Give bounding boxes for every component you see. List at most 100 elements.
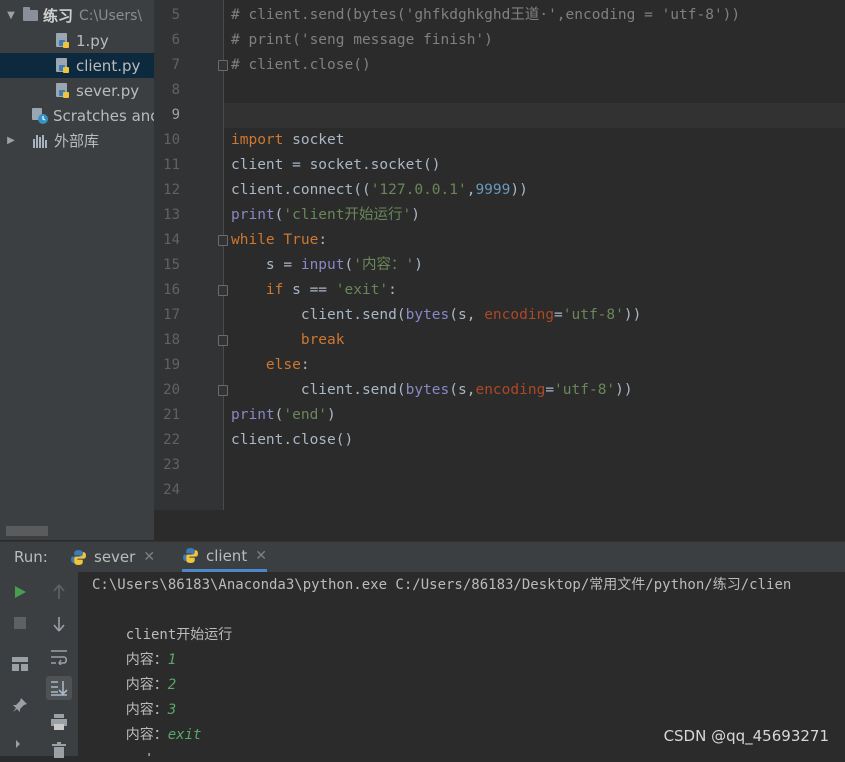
expand-icon[interactable] (7, 732, 33, 756)
tree-scratches-label: Scratches and (53, 106, 154, 125)
code-line[interactable]: client.connect(('127.0.0.1',9999)) (231, 178, 528, 203)
line-number: 20 (163, 382, 180, 398)
run-tab-client[interactable]: client ✕ (182, 542, 267, 572)
run-label: Run: (14, 548, 48, 566)
fold-marker-icon[interactable] (218, 60, 228, 71)
console-line: 内容：1 (92, 623, 176, 668)
code-line[interactable]: # client.close() (231, 53, 371, 78)
line-number: 7 (171, 57, 180, 73)
python-file-icon (56, 32, 69, 48)
python-icon (71, 549, 86, 565)
console-line: client开始运行 (92, 598, 233, 643)
console-line: 内容：3 (92, 673, 176, 718)
line-number: 21 (163, 407, 180, 423)
code-line[interactable]: if s == 'exit': (231, 278, 397, 303)
tree-file-1py[interactable]: 1.py (0, 28, 154, 53)
console-command: C:\Users\86183\Anaconda3\python.exe C:/U… (92, 577, 792, 593)
line-number: 15 (163, 257, 180, 273)
code-line[interactable]: print('client开始运行') (231, 203, 420, 228)
scroll-to-end-icon[interactable] (46, 676, 72, 700)
print-icon[interactable] (46, 710, 72, 734)
run-icon[interactable] (7, 580, 33, 604)
line-number: 16 (163, 282, 180, 298)
code-line[interactable]: while True: (231, 228, 327, 253)
line-number: 18 (163, 332, 180, 348)
code-line[interactable]: else: (231, 353, 310, 378)
library-icon (33, 134, 49, 148)
tree-file-label: 1.py (76, 31, 109, 50)
run-tab-sever[interactable]: sever ✕ (70, 542, 155, 572)
line-number: 22 (163, 432, 180, 448)
tree-file-client[interactable]: client.py (0, 53, 154, 78)
fold-marker-icon[interactable] (218, 385, 228, 396)
stop-icon[interactable] (7, 611, 33, 635)
fold-marker-icon[interactable] (218, 285, 228, 296)
run-tab-label: client (206, 546, 248, 565)
run-toolbar-secondary (40, 572, 78, 758)
editor-empty-area (154, 510, 845, 540)
watermark: CSDN @qq_45693271 (663, 727, 829, 745)
pin-icon[interactable] (7, 693, 33, 717)
code-line[interactable]: import socket (231, 128, 345, 153)
line-number: 6 (171, 32, 180, 48)
console-text: end (126, 752, 151, 756)
code-line[interactable]: client.send(bytes(s, encoding='utf-8')) (231, 303, 642, 328)
down-arrow-icon[interactable] (46, 612, 72, 636)
line-number: 9 (171, 107, 180, 123)
soft-wrap-icon[interactable] (46, 645, 72, 669)
run-toolbar-primary (0, 572, 41, 756)
chevron-right-icon[interactable]: ▶ (4, 135, 18, 146)
tree-root-path: C:\Users\ (79, 7, 143, 24)
chevron-down-icon[interactable]: ▼ (4, 10, 18, 21)
layout-icon[interactable] (7, 652, 33, 676)
code-line[interactable]: break (231, 328, 345, 353)
line-number: 10 (163, 132, 180, 148)
line-number: 24 (163, 482, 180, 498)
code-line[interactable]: client.send(bytes(s,encoding='utf-8')) (231, 378, 633, 403)
close-icon[interactable]: ✕ (255, 548, 267, 564)
line-number: 5 (171, 7, 180, 23)
tree-scratches[interactable]: Scratches and (0, 103, 154, 128)
console-line: 内容：2 (92, 648, 176, 693)
line-number: 12 (163, 182, 180, 198)
code-line[interactable]: client = socket.socket() (231, 153, 441, 178)
line-number: 19 (163, 357, 180, 373)
line-number: 11 (163, 157, 180, 173)
console-user-input: exit (167, 727, 202, 743)
tree-root-folder[interactable]: ▼ 练习 C:\Users\ (0, 3, 154, 28)
code-line[interactable]: # client.send(bytes('ghfkdghkghd王道·',enc… (231, 3, 740, 28)
python-icon (183, 548, 198, 563)
current-line-highlight (224, 103, 845, 128)
fold-marker-icon[interactable] (218, 235, 228, 246)
close-icon[interactable]: ✕ (143, 549, 155, 565)
run-tab-label: sever (94, 548, 136, 566)
console-line: end (92, 723, 151, 756)
trash-icon[interactable] (46, 738, 72, 762)
tree-external-libs-label: 外部库 (54, 132, 100, 150)
up-arrow-icon[interactable] (46, 580, 72, 604)
horizontal-scrollbar[interactable] (6, 526, 48, 536)
project-tree: ▼ 练习 C:\Users\ 1.py client.py sever.py S… (0, 0, 154, 540)
line-number: 13 (163, 207, 180, 223)
python-file-icon (56, 82, 69, 98)
gutter-divider (223, 0, 224, 510)
console-line: 内容：exit (92, 698, 202, 743)
code-line[interactable]: print('end') (231, 403, 336, 428)
python-file-icon (56, 57, 69, 73)
line-number: 8 (171, 82, 180, 98)
code-line[interactable]: s = input('内容：') (231, 253, 423, 278)
tree-root-name: 练习 (43, 7, 74, 25)
line-number: 14 (163, 232, 180, 248)
tree-file-sever[interactable]: sever.py (0, 78, 154, 103)
fold-marker-icon[interactable] (218, 335, 228, 346)
line-number: 17 (163, 307, 180, 323)
code-line[interactable]: client.close() (231, 428, 353, 453)
tree-external-libs[interactable]: ▶ 外部库 (0, 128, 154, 153)
line-number: 23 (163, 457, 180, 473)
tree-file-label: sever.py (76, 81, 140, 100)
folder-icon (23, 7, 38, 21)
run-panel-header: Run: sever ✕ client ✕ (0, 541, 845, 572)
code-line[interactable]: # print('seng message finish') (231, 28, 493, 53)
tree-file-label: client.py (76, 56, 141, 75)
scratches-icon (32, 107, 48, 124)
